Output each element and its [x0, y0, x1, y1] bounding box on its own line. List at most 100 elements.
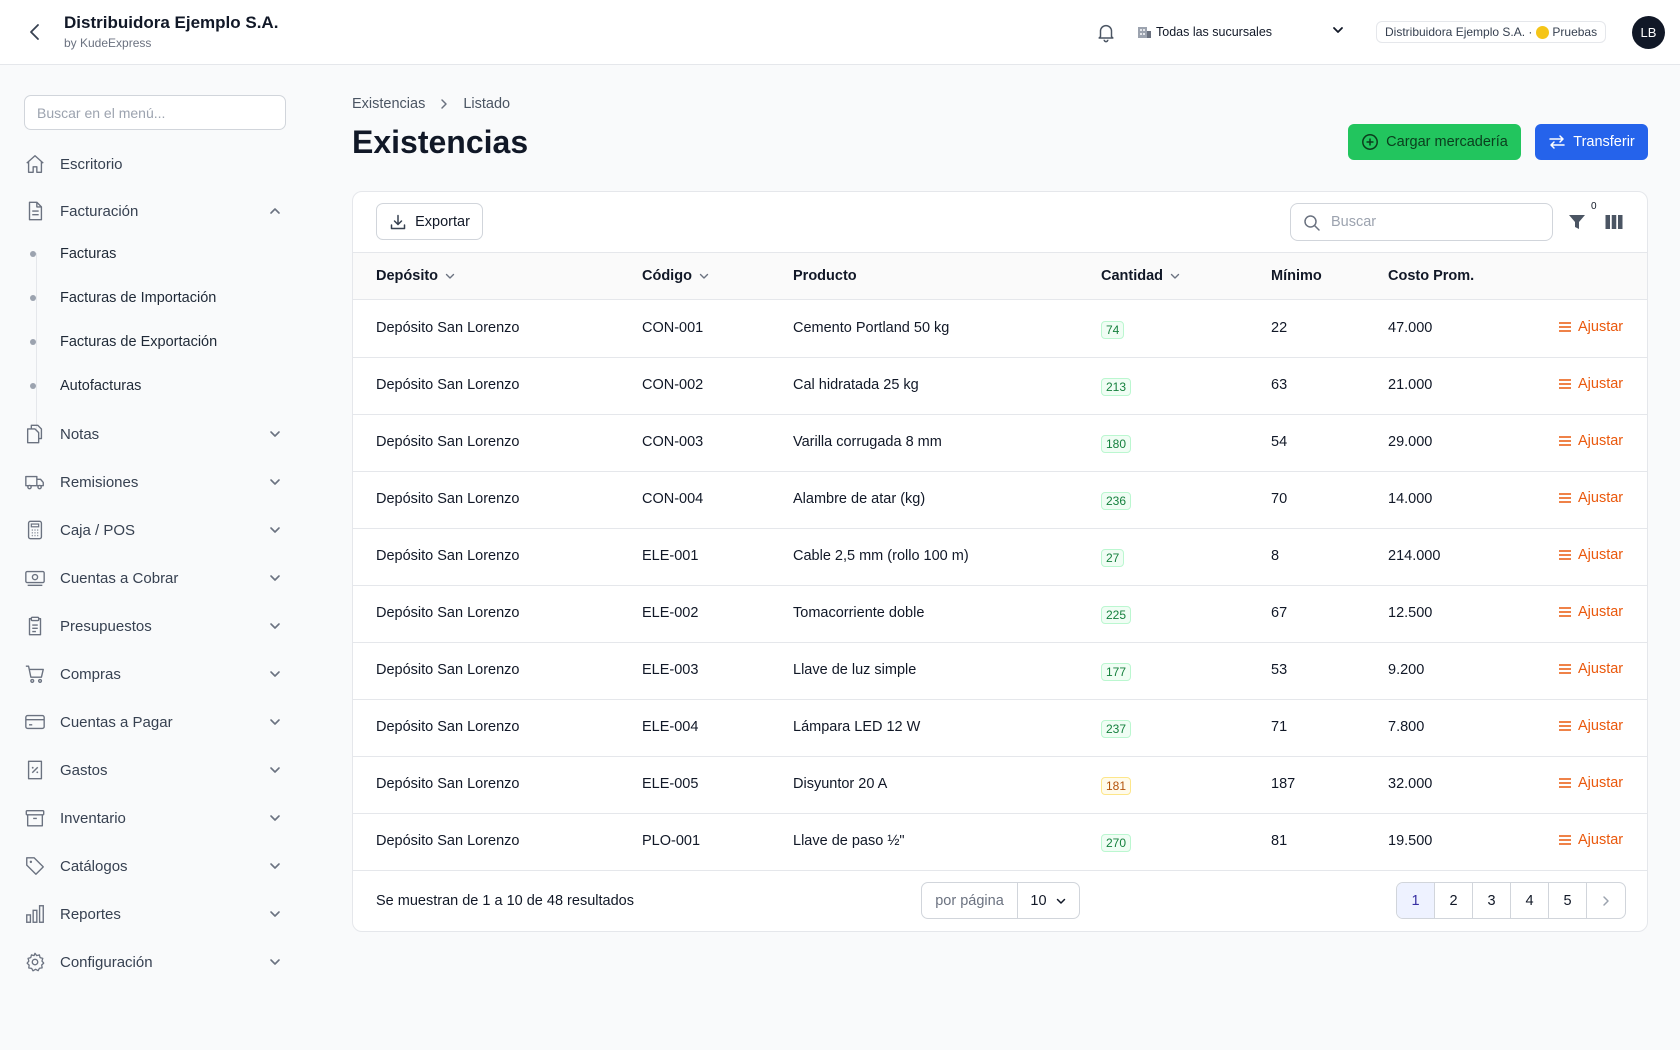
cell-codigo: ELE-001: [642, 548, 699, 564]
transfer-button[interactable]: Transferir: [1535, 124, 1648, 160]
sidebar-item-presupuestos[interactable]: Presupuestos: [24, 610, 286, 642]
cell-codigo: CON-001: [642, 320, 704, 336]
adjust-lines-icon: [1559, 664, 1571, 674]
bell-icon[interactable]: [1095, 21, 1117, 43]
sidebar-item-notas[interactable]: Notas: [24, 418, 286, 450]
back-arrow-icon[interactable]: [24, 20, 46, 44]
column-header-cantidad[interactable]: Cantidad: [1101, 268, 1181, 284]
adjust-lines-icon: [1559, 607, 1571, 617]
table-row: Depósito San Lorenzo ELE-001 Cable 2,5 m…: [353, 529, 1647, 586]
column-header-label: Código: [642, 268, 692, 284]
adjust-label: Ajustar: [1578, 604, 1624, 620]
avatar[interactable]: LB: [1632, 16, 1665, 49]
page-button-3[interactable]: 3: [1473, 883, 1511, 918]
cell-costo: 14.000: [1388, 491, 1433, 507]
chevron-down-icon: [270, 431, 280, 437]
branch-select[interactable]: Todas las sucursales: [1136, 18, 1352, 46]
cell-minimo: 67: [1271, 605, 1288, 621]
load-merchandise-button[interactable]: Cargar mercadería: [1348, 124, 1521, 160]
sidebar-item-inventario[interactable]: Inventario: [24, 802, 286, 834]
cart-icon: [24, 663, 46, 685]
sidebar-item-remisiones[interactable]: Remisiones: [24, 466, 286, 498]
adjust-button[interactable]: Ajustar: [1558, 376, 1623, 392]
sidebar-item-escritorio[interactable]: Escritorio: [24, 148, 286, 180]
quantity-badge: 180: [1101, 435, 1132, 453]
column-header-codigo[interactable]: Código: [642, 268, 710, 284]
adjust-button[interactable]: Ajustar: [1558, 718, 1623, 734]
menu-search-input[interactable]: [24, 95, 286, 130]
table-search-input[interactable]: [1331, 204, 1546, 240]
cell-codigo: CON-002: [642, 377, 704, 393]
chevron-down-icon: [270, 911, 280, 917]
table-row: Depósito San Lorenzo PLO-001 Llave de pa…: [353, 814, 1647, 871]
chart-icon: [24, 903, 46, 925]
cell-minimo: 70: [1271, 491, 1288, 507]
table-search: [1290, 203, 1553, 241]
sidebar-subitem-autofacturas[interactable]: Autofacturas: [30, 374, 141, 398]
cell-codigo: CON-004: [642, 491, 704, 507]
page-button-2[interactable]: 2: [1435, 883, 1473, 918]
columns-icon[interactable]: [1604, 212, 1624, 232]
adjust-button[interactable]: Ajustar: [1558, 490, 1623, 506]
adjust-lines-icon: [1559, 493, 1571, 503]
sidebar-item-compras[interactable]: Compras: [24, 658, 286, 690]
adjust-label: Ajustar: [1578, 832, 1624, 848]
calculator-icon: [24, 519, 46, 541]
adjust-button[interactable]: Ajustar: [1558, 319, 1623, 335]
page-button-5[interactable]: 5: [1549, 883, 1587, 918]
adjust-button[interactable]: Ajustar: [1558, 547, 1623, 563]
filter-icon[interactable]: [1567, 212, 1587, 232]
per-page-select[interactable]: 10: [1018, 883, 1079, 918]
sidebar-item-facturacion[interactable]: Facturación: [24, 195, 286, 227]
sidebar-item-configuracion[interactable]: Configuración: [24, 946, 286, 978]
adjust-button[interactable]: Ajustar: [1558, 604, 1623, 620]
page-button-1[interactable]: 1: [1397, 883, 1435, 918]
cell-costo: 9.200: [1388, 662, 1425, 678]
search-icon: [1304, 215, 1320, 231]
sidebar-item-caja-pos[interactable]: Caja / POS: [24, 514, 286, 546]
sidebar-item-cuentas-cobrar[interactable]: Cuentas a Cobrar: [24, 562, 286, 594]
sidebar-subitem-facturas-importacion[interactable]: Facturas de Importación: [30, 286, 216, 310]
cell-producto: Llave de luz simple: [793, 662, 917, 678]
adjust-button[interactable]: Ajustar: [1558, 433, 1623, 449]
chevron-down-icon: [270, 623, 280, 629]
sidebar-subitem-facturas-exportacion[interactable]: Facturas de Exportación: [30, 330, 217, 354]
credit-card-icon: [24, 711, 46, 733]
adjust-lines-icon: [1559, 322, 1571, 332]
column-header-label: Cantidad: [1101, 268, 1164, 284]
sidebar-item-cuentas-pagar[interactable]: Cuentas a Pagar: [24, 706, 286, 738]
cell-codigo: ELE-003: [642, 662, 699, 678]
bullet-icon: [30, 251, 36, 257]
sidebar-item-gastos[interactable]: Gastos: [24, 754, 286, 786]
cell-minimo: 53: [1271, 662, 1288, 678]
environment-dot-icon: [1536, 25, 1550, 39]
sidebar: Escritorio Facturación Facturas Facturas…: [0, 65, 310, 1050]
column-header-label: Producto: [793, 268, 857, 284]
sidebar-item-label: Notas: [60, 425, 100, 443]
sidebar-item-catalogos[interactable]: Catálogos: [24, 850, 286, 882]
cell-deposito: Depósito San Lorenzo: [376, 434, 520, 450]
bullet-icon: [30, 295, 36, 301]
adjust-button[interactable]: Ajustar: [1558, 775, 1623, 791]
next-page-button[interactable]: [1587, 883, 1625, 918]
building-icon: [1138, 27, 1151, 38]
adjust-button[interactable]: Ajustar: [1558, 832, 1623, 848]
sidebar-subitem-facturas[interactable]: Facturas: [30, 242, 116, 266]
company-environment-pill[interactable]: Distribuidora Ejemplo S.A. · Pruebas: [1376, 21, 1607, 43]
breadcrumb: Existencias Listado: [352, 96, 510, 112]
cell-producto: Cable 2,5 mm (rollo 100 m): [793, 548, 969, 564]
page-button-4[interactable]: 4: [1511, 883, 1549, 918]
breadcrumb-existencias[interactable]: Existencias: [352, 96, 425, 112]
sidebar-item-reportes[interactable]: Reportes: [24, 898, 286, 930]
export-button[interactable]: Exportar: [376, 203, 483, 240]
column-header-deposito[interactable]: Depósito: [376, 268, 456, 284]
quantity-badge: 27: [1101, 549, 1125, 567]
chevron-down-icon: [270, 863, 280, 869]
adjust-button[interactable]: Ajustar: [1558, 661, 1623, 677]
table-row: Depósito San Lorenzo CON-003 Varilla cor…: [353, 415, 1647, 472]
column-header-label: Depósito: [376, 268, 439, 284]
adjust-label: Ajustar: [1578, 433, 1624, 449]
sidebar-item-label: Compras: [60, 665, 121, 683]
cell-producto: Alambre de atar (kg): [793, 491, 926, 507]
company-name: Distribuidora Ejemplo S.A. ·: [1385, 25, 1533, 39]
